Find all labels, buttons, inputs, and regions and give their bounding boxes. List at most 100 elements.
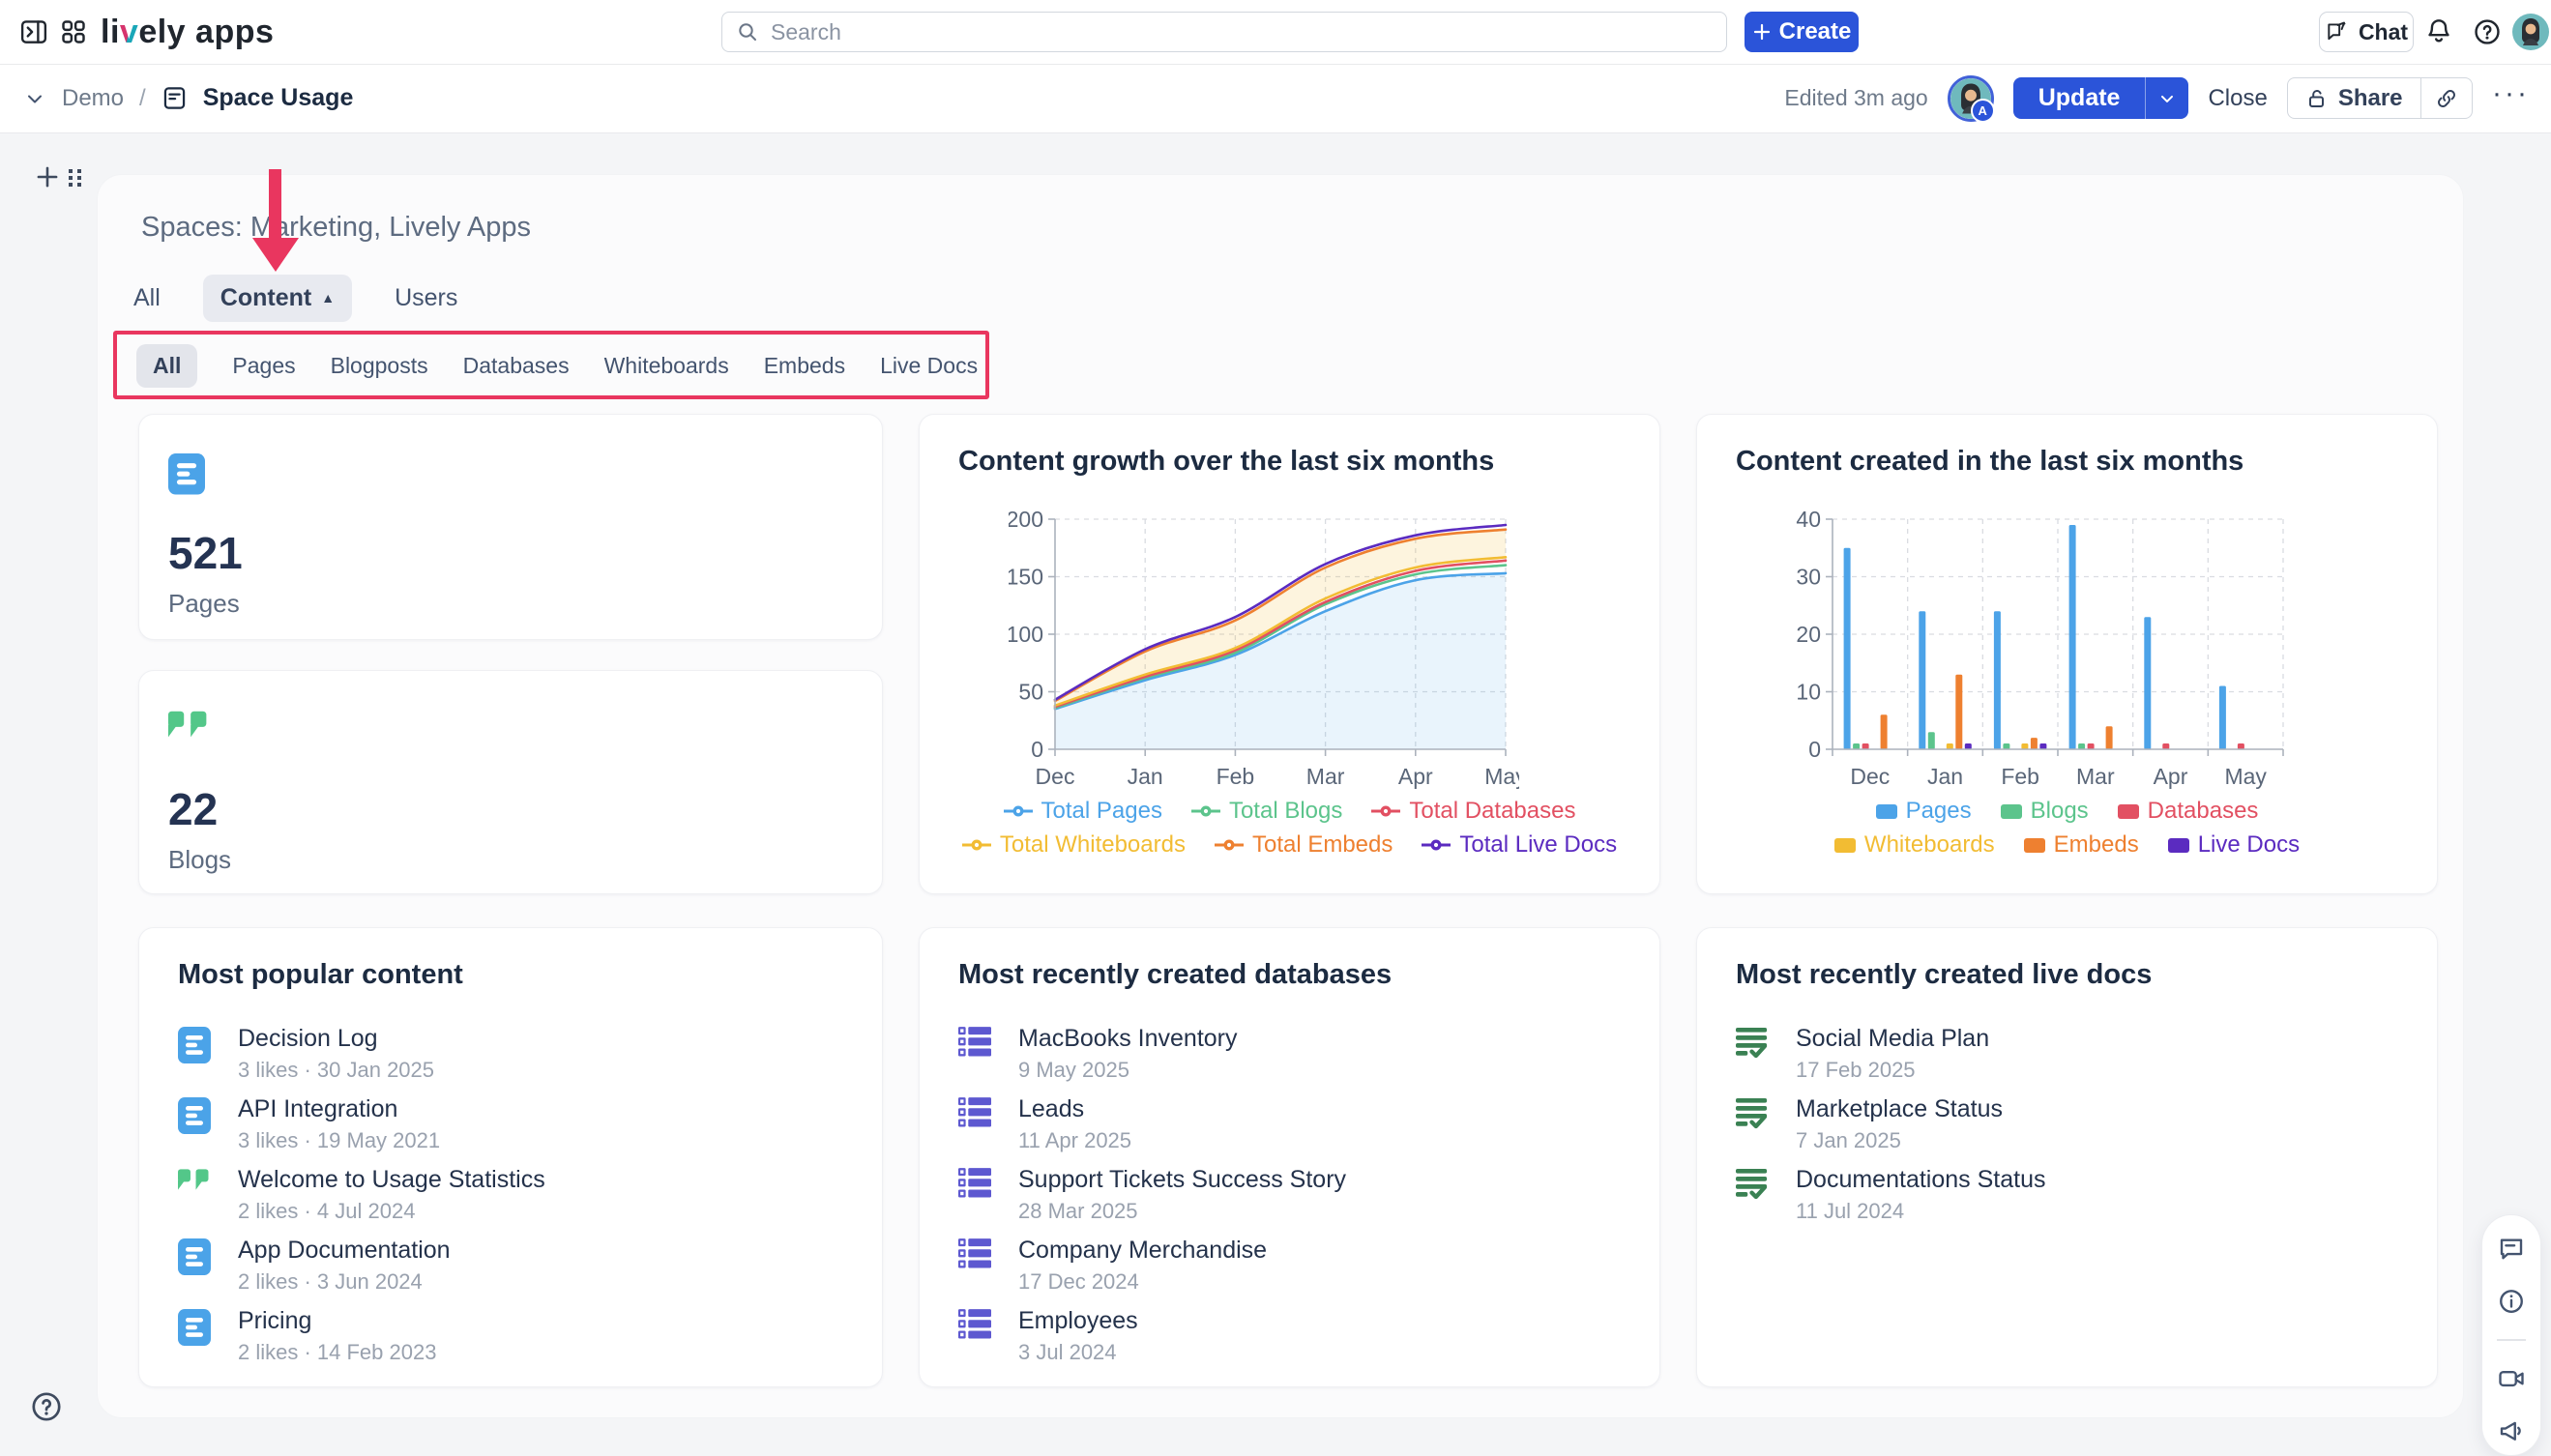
created-bar-chart[interactable]: 010203040DecJanFebMarAprMay xyxy=(1786,510,2297,800)
svg-text:Apr: Apr xyxy=(1398,764,1433,789)
search-icon xyxy=(736,20,759,44)
insert-plus-icon[interactable] xyxy=(35,164,60,189)
legend-swatch xyxy=(2001,804,2022,819)
legend-item[interactable]: Pages xyxy=(1876,798,1972,825)
info-icon[interactable] xyxy=(2497,1287,2526,1316)
copy-link-button[interactable] xyxy=(2421,78,2472,118)
list-item-title[interactable]: MacBooks Inventory xyxy=(1018,1025,1238,1053)
list-item-title[interactable]: Documentations Status xyxy=(1796,1166,2045,1194)
list-item[interactable]: Company Merchandise 17 Dec 2024 xyxy=(958,1237,1634,1295)
help-float-button[interactable] xyxy=(29,1389,64,1424)
legend-item[interactable]: Blogs xyxy=(2001,798,2089,825)
legend-row: Pages Blogs Databases xyxy=(1876,798,2259,825)
megaphone-icon[interactable] xyxy=(2497,1416,2526,1445)
subtab-live-docs[interactable]: Live Docs xyxy=(880,353,978,379)
growth-area-chart[interactable]: 050100150200DecJanFebMarAprMay xyxy=(1009,510,1519,800)
list-item-title[interactable]: App Documentation xyxy=(238,1237,451,1265)
tab-content[interactable]: Content▲ xyxy=(203,275,352,322)
svg-text:40: 40 xyxy=(1796,510,1821,532)
content-subtabs: All Pages Blogposts Databases Whiteboards Emb… xyxy=(136,341,978,390)
tab-users[interactable]: Users xyxy=(395,284,457,312)
stat-card-blogs[interactable]: 22 Blogs xyxy=(138,670,883,894)
chart-card-growth: Content growth over the last six months … xyxy=(919,414,1660,894)
list-item[interactable]: Social Media Plan17 Feb 2025 xyxy=(1736,1025,2412,1083)
list-item[interactable]: Documentations Status11 Jul 2024 xyxy=(1736,1166,2412,1224)
legend-item[interactable]: Total Databases xyxy=(1371,798,1575,825)
subtab-whiteboards[interactable]: Whiteboards xyxy=(604,353,729,379)
list-item[interactable]: MacBooks Inventory9 May 2025 xyxy=(958,1025,1634,1083)
notifications-bell-icon[interactable] xyxy=(2423,16,2454,47)
list-item-meta: 17 Dec 2024 xyxy=(1018,1269,1267,1295)
list-item-title[interactable]: Pricing xyxy=(238,1307,436,1335)
drag-handle-icon[interactable] xyxy=(64,166,87,189)
chart-title: Content created in the last six months xyxy=(1736,446,2243,478)
sidebar-toggle-icon[interactable] xyxy=(19,17,48,46)
chat-button[interactable]: Chat xyxy=(2319,12,2414,52)
list-item[interactable]: Marketplace Status7 Jan 2025 xyxy=(1736,1095,2412,1153)
list-item-title[interactable]: API Integration xyxy=(238,1095,440,1123)
list-item-title[interactable]: Leads xyxy=(1018,1095,1131,1123)
legend-item[interactable]: Databases xyxy=(2118,798,2259,825)
editor-avatar[interactable]: A xyxy=(1948,75,1994,122)
list-item[interactable]: Support Tickets Success Story28 Mar 2025 xyxy=(958,1166,1634,1224)
subtab-blogposts[interactable]: Blogposts xyxy=(331,353,428,379)
edited-timestamp[interactable]: Edited 3m ago xyxy=(1784,85,1927,111)
legend-item[interactable]: Whiteboards xyxy=(1834,831,1995,859)
tab-all[interactable]: All xyxy=(133,284,161,312)
subtab-embeds[interactable]: Embeds xyxy=(764,353,845,379)
chevron-down-icon[interactable] xyxy=(23,87,46,110)
stat-card-pages[interactable]: 521 Pages xyxy=(138,414,883,640)
list-item-meta: 11 Apr 2025 xyxy=(1018,1128,1131,1153)
breadcrumb-separator: / xyxy=(139,85,146,112)
list-item-title[interactable]: Marketplace Status xyxy=(1796,1095,2003,1123)
subtab-pages[interactable]: Pages xyxy=(232,353,295,379)
close-button[interactable]: Close xyxy=(2208,85,2267,112)
svg-text:Feb: Feb xyxy=(1217,764,1255,789)
database-icon xyxy=(958,1166,997,1198)
user-avatar[interactable] xyxy=(2512,14,2549,50)
list-item-title[interactable]: Welcome to Usage Statistics xyxy=(238,1166,545,1194)
list-item[interactable]: Pricing2 likes · 14 Feb 2023 xyxy=(178,1307,857,1365)
legend-item[interactable]: Total Blogs xyxy=(1191,798,1342,825)
page-icon xyxy=(168,453,205,495)
list-items: Decision Log3 likes · 30 Jan 2025 API Int… xyxy=(178,1025,857,1365)
list-item[interactable]: Decision Log3 likes · 30 Jan 2025 xyxy=(178,1025,857,1083)
app-logo[interactable]: lively apps xyxy=(101,14,274,51)
list-item-title[interactable]: Social Media Plan xyxy=(1796,1025,1989,1053)
legend-item[interactable]: Total Live Docs xyxy=(1422,831,1617,859)
legend-item[interactable]: Total Embeds xyxy=(1215,831,1393,859)
more-actions-button[interactable]: ··· xyxy=(2492,77,2530,120)
subtab-all[interactable]: All xyxy=(136,344,197,388)
update-button[interactable]: Update xyxy=(2013,77,2146,119)
legend-item[interactable]: Live Docs xyxy=(2168,831,2300,859)
video-camera-icon[interactable] xyxy=(2497,1364,2526,1393)
global-search[interactable] xyxy=(721,12,1727,52)
create-button[interactable]: Create xyxy=(1745,12,1859,52)
search-input[interactable] xyxy=(769,18,1726,46)
list-item[interactable]: Welcome to Usage Statistics2 likes · 4 J… xyxy=(178,1166,857,1224)
legend-line-marker xyxy=(1215,839,1244,851)
legend-item[interactable]: Total Pages xyxy=(1004,798,1162,825)
space-usage-macro: Spaces: Marketing, Lively Apps AllConten… xyxy=(97,174,2464,1418)
list-item-title[interactable]: Employees xyxy=(1018,1307,1138,1335)
legend-item[interactable]: Total Whiteboards xyxy=(962,831,1186,859)
list-item[interactable]: App Documentation2 likes · 3 Jun 2024 xyxy=(178,1237,857,1295)
list-item-title[interactable]: Company Merchandise xyxy=(1018,1237,1267,1265)
subtab-databases[interactable]: Databases xyxy=(463,353,570,379)
app-switcher-icon[interactable] xyxy=(60,18,87,45)
share-button[interactable]: Share xyxy=(2288,78,2420,118)
update-dropdown-button[interactable] xyxy=(2145,77,2188,119)
list-item-title[interactable]: Support Tickets Success Story xyxy=(1018,1166,1346,1194)
list-item[interactable]: Leads 11 Apr 2025 xyxy=(958,1095,1634,1153)
livedoc-icon xyxy=(1736,1025,1774,1060)
help-icon[interactable] xyxy=(2472,16,2503,47)
blog-icon xyxy=(178,1166,217,1192)
list-item[interactable]: Employees3 Jul 2024 xyxy=(958,1307,1634,1365)
page-actions: Edited 3m ago A Update Close xyxy=(1784,64,2530,132)
list-title: Most recently created live docs xyxy=(1736,959,2152,991)
legend-item[interactable]: Embeds xyxy=(2024,831,2139,859)
list-item-title[interactable]: Decision Log xyxy=(238,1025,434,1053)
breadcrumb-space[interactable]: Demo xyxy=(62,85,124,112)
list-item[interactable]: API Integration3 likes · 19 May 2021 xyxy=(178,1095,857,1153)
comments-icon[interactable] xyxy=(2497,1235,2526,1264)
